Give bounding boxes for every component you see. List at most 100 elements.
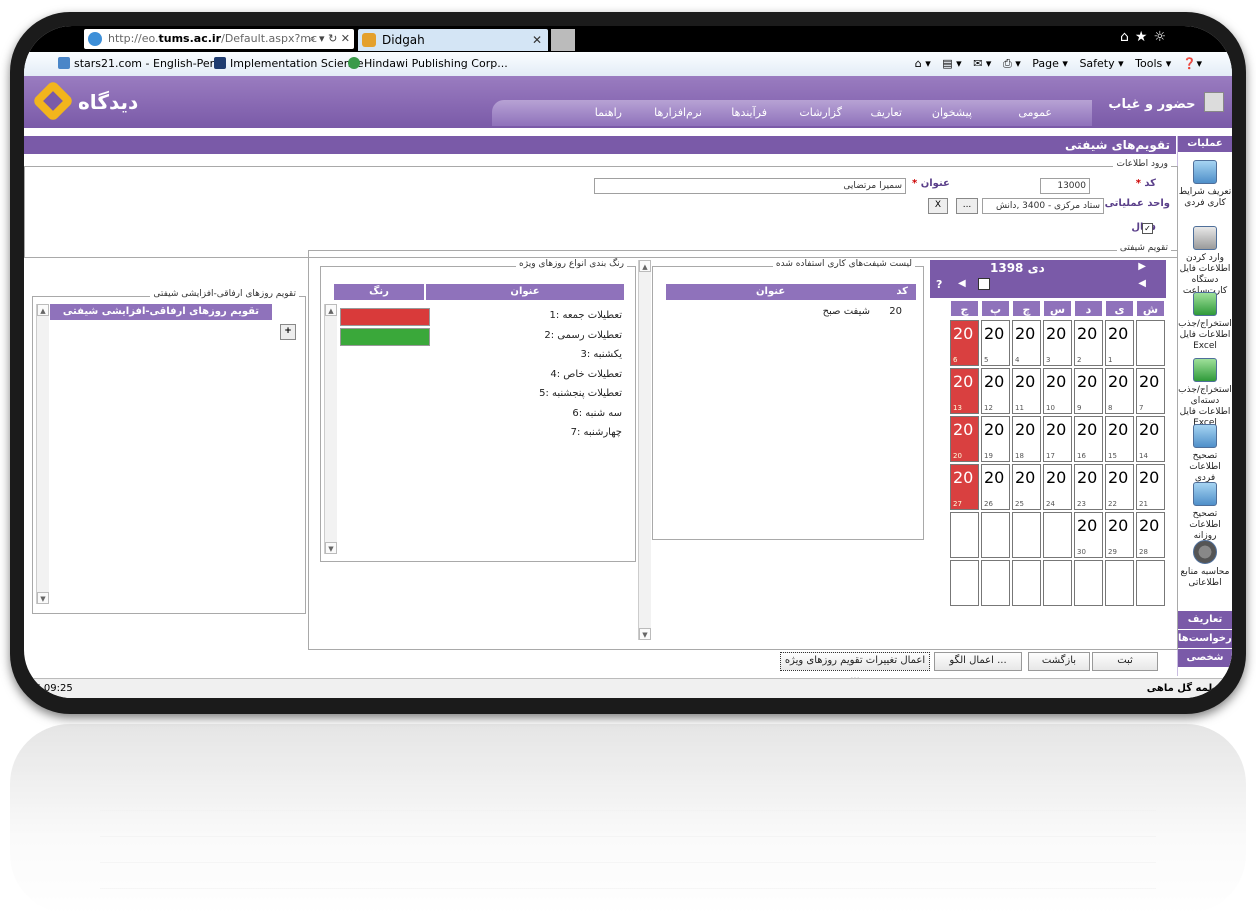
calendar-day-cell[interactable]: 20 29 bbox=[1105, 512, 1134, 558]
save-icon[interactable] bbox=[978, 278, 990, 290]
calendar-day-cell[interactable]: 20 25 bbox=[1012, 464, 1041, 510]
sidebar-definitions[interactable]: تعاریف bbox=[1178, 610, 1232, 629]
scroll-down-icon[interactable]: ▼ bbox=[639, 628, 651, 640]
unit-browse-button[interactable]: ... bbox=[956, 198, 978, 214]
page-menu[interactable]: Page ▾ bbox=[1032, 57, 1068, 70]
mail-icon[interactable]: ✉ ▾ bbox=[973, 57, 991, 70]
list-item[interactable]: 3: یکشنبه bbox=[580, 349, 622, 360]
save-button[interactable]: ثبت bbox=[1092, 652, 1158, 671]
next-month-icon[interactable]: ▶ bbox=[1138, 261, 1146, 272]
apply-pattern-button[interactable]: اعمال الگو ... bbox=[934, 652, 1022, 671]
calendar-day-cell[interactable]: 20 6 bbox=[950, 320, 979, 366]
unit-input[interactable]: ستاد مرکزی - 3400 ,دانش bbox=[982, 198, 1104, 214]
list-item[interactable]: 2: تعطیلات رسمی bbox=[544, 330, 622, 341]
scroll-down-icon[interactable]: ▼ bbox=[325, 542, 337, 554]
scroll-up-icon[interactable]: ▲ bbox=[37, 304, 49, 316]
sidebar-requests[interactable]: درخواست‌ها bbox=[1178, 629, 1232, 648]
tab-didgah[interactable]: Didgah ✕ bbox=[358, 29, 548, 51]
calendar-help-icon[interactable]: ? bbox=[936, 278, 942, 291]
active-checkbox[interactable]: ✓ bbox=[1142, 223, 1153, 234]
favorite-hindawi[interactable]: Hindawi Publishing Corp... bbox=[348, 52, 508, 76]
calendar-day-cell[interactable] bbox=[981, 512, 1010, 558]
code-input[interactable]: 13000 bbox=[1040, 178, 1090, 194]
calendar-day-cell[interactable]: 20 16 bbox=[1074, 416, 1103, 462]
sidebar-personal[interactable]: شخصی bbox=[1178, 648, 1232, 667]
calendar-day-cell[interactable]: 20 4 bbox=[1012, 320, 1041, 366]
calendar-day-cell[interactable]: 20 11 bbox=[1012, 368, 1041, 414]
add-row-button[interactable]: + bbox=[280, 324, 296, 340]
calendar-day-cell[interactable]: 20 3 bbox=[1043, 320, 1072, 366]
menu-drafts[interactable]: پیشخوان bbox=[932, 106, 972, 119]
calendar-day-cell[interactable]: 20 7 bbox=[1136, 368, 1165, 414]
sidebar-item-excel-batch[interactable]: استخراج/جذب دسته‌ای اطلاعات فایل Excel bbox=[1178, 358, 1232, 428]
calendar-day-cell[interactable] bbox=[1074, 560, 1103, 606]
calendar-day-cell[interactable]: 20 28 bbox=[1136, 512, 1165, 558]
list-item[interactable]: 4: تعطیلات خاص bbox=[550, 369, 622, 380]
unit-clear-button[interactable]: X bbox=[928, 198, 948, 214]
close-tab-icon[interactable]: ✕ bbox=[532, 29, 542, 51]
list-item[interactable]: 7: چهارشنبه bbox=[571, 427, 622, 438]
safety-menu[interactable]: Safety ▾ bbox=[1079, 57, 1123, 70]
didgah-logo[interactable]: دیدگاه bbox=[31, 79, 158, 123]
calendar-day-cell[interactable]: 20 17 bbox=[1043, 416, 1072, 462]
calendar-day-cell[interactable] bbox=[1012, 512, 1041, 558]
calendar-day-cell[interactable]: 20 8 bbox=[1105, 368, 1134, 414]
calendar-day-cell[interactable]: 20 14 bbox=[1136, 416, 1165, 462]
calendar-day-cell[interactable]: 20 15 bbox=[1105, 416, 1134, 462]
sidebar-item-edit-personal[interactable]: تصحیح اطلاعات فردی bbox=[1178, 424, 1232, 483]
calendar-day-cell[interactable]: 20 2 bbox=[1074, 320, 1103, 366]
calendar-day-cell[interactable]: 20 12 bbox=[981, 368, 1010, 414]
calendar-day-cell[interactable]: 20 9 bbox=[1074, 368, 1103, 414]
calendar-day-cell[interactable]: 20 21 bbox=[1136, 464, 1165, 510]
menu-reports[interactable]: گزارشات bbox=[799, 106, 842, 119]
calendar-day-cell[interactable] bbox=[1136, 560, 1165, 606]
prev-year-icon[interactable]: ◀ bbox=[958, 278, 966, 289]
calendar-day-cell[interactable] bbox=[981, 560, 1010, 606]
sidebar-item-resources[interactable]: محاسبه منابع اطلاعاتی bbox=[1178, 540, 1232, 588]
calendar-day-cell[interactable]: 20 23 bbox=[1074, 464, 1103, 510]
menu-definitions[interactable]: تعاریف bbox=[871, 106, 902, 119]
toolbar-icons[interactable]: ⌂★☼ bbox=[1120, 29, 1172, 45]
calendar-day-cell[interactable] bbox=[1043, 512, 1072, 558]
title-input[interactable]: سمیرا مرتضایی bbox=[594, 178, 906, 194]
favorite-stars21[interactable]: stars21.com - English-Per... bbox=[58, 52, 224, 76]
calendar-day-cell[interactable]: 20 26 bbox=[981, 464, 1010, 510]
calendar-day-cell[interactable]: 20 24 bbox=[1043, 464, 1072, 510]
list-item[interactable]: 1: تعطیلات جمعه bbox=[550, 310, 622, 321]
sidebar-item-define-conditions[interactable]: تعریف شرایط کاری فردی bbox=[1178, 160, 1232, 218]
tools-menu[interactable]: Tools ▾ bbox=[1135, 57, 1171, 70]
calendar-day-cell[interactable] bbox=[1105, 560, 1134, 606]
inner-scrollbar[interactable]: ▲ ▼ bbox=[638, 260, 651, 640]
calendar-day-cell[interactable]: 20 13 bbox=[950, 368, 979, 414]
calendar-day-cell[interactable]: 20 19 bbox=[981, 416, 1010, 462]
back-button[interactable]: بازگشت bbox=[1028, 652, 1090, 671]
scroll-up-icon[interactable]: ▲ bbox=[325, 304, 337, 316]
calendar-day-cell[interactable] bbox=[1043, 560, 1072, 606]
menu-general[interactable]: عمومی bbox=[1018, 106, 1052, 119]
help-icon[interactable]: ❓▾ bbox=[1183, 57, 1202, 70]
color-swatch[interactable] bbox=[340, 327, 430, 346]
home-icon[interactable]: ⌂ ▾ bbox=[915, 57, 931, 70]
menu-processes[interactable]: فرآیندها bbox=[731, 106, 767, 119]
apply-special-days-button[interactable]: اعمال تغییرات تقویم روزهای ویژه ... bbox=[780, 652, 930, 682]
address-bar[interactable]: http://eo.tums.ac.ir/Default.aspx?mc ⌕ ▾… bbox=[84, 29, 354, 49]
list-item[interactable]: 5: تعطیلات پنجشنبه bbox=[539, 388, 622, 399]
scroll-up-icon[interactable]: ▲ bbox=[639, 260, 651, 272]
calendar-day-cell[interactable]: 20 30 bbox=[1074, 512, 1103, 558]
calendar-day-cell[interactable]: 20 18 bbox=[1012, 416, 1041, 462]
sidebar-item-excel[interactable]: استخراج/جذب اطلاعات فایل Excel bbox=[1178, 292, 1232, 351]
calendar-day-cell[interactable] bbox=[1012, 560, 1041, 606]
calendar-day-cell[interactable] bbox=[950, 512, 979, 558]
calendar-day-cell[interactable]: 20 20 bbox=[950, 416, 979, 462]
print-icon[interactable]: ⎙ ▾ bbox=[1003, 57, 1021, 70]
new-tab-button[interactable] bbox=[551, 29, 575, 51]
sidebar-header[interactable]: عملیات bbox=[1178, 136, 1232, 152]
special-days-scrollbar[interactable]: ▲ ▼ bbox=[324, 304, 337, 554]
menu-guide[interactable]: راهنما bbox=[595, 106, 622, 119]
sidebar-item-edit-daily[interactable]: تصحیح اطلاعات روزانه bbox=[1178, 482, 1232, 541]
favorite-implementation-science[interactable]: Implementation Science bbox=[214, 52, 363, 76]
calendar-day-cell[interactable]: 20 10 bbox=[1043, 368, 1072, 414]
calendar-day-cell[interactable]: 20 5 bbox=[981, 320, 1010, 366]
calendar-day-cell[interactable]: 20 27 bbox=[950, 464, 979, 510]
address-controls[interactable]: ⌕ ▾ ↻ ✕ bbox=[309, 29, 350, 49]
